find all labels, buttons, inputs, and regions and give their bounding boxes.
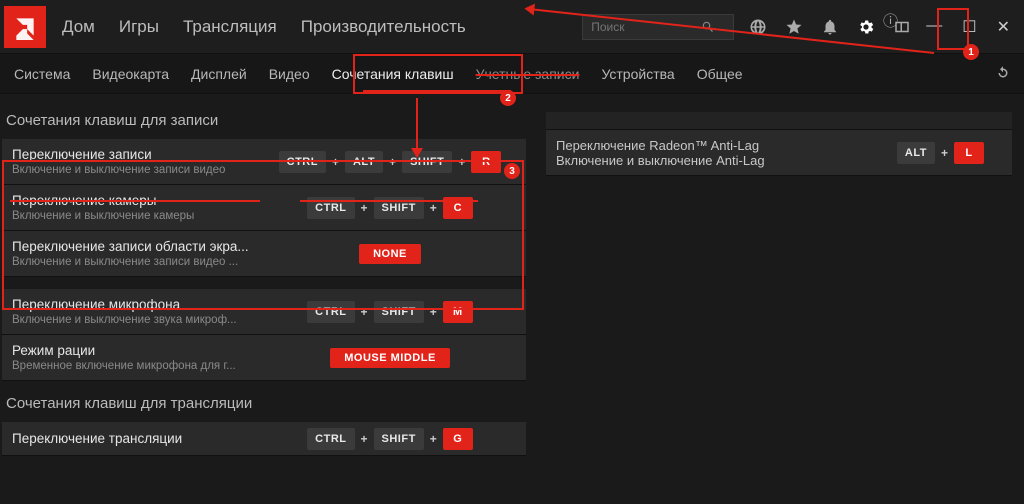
help-icon[interactable]: ⓘ xyxy=(883,10,898,31)
hotkey-row-stream-toggle[interactable]: Переключение трансляции CTRL+ SHIFT+ G xyxy=(2,422,526,456)
row-subtitle: Включение и выключение звука микроф... xyxy=(12,314,264,326)
row-title: Режим рации xyxy=(12,343,264,358)
annotation-underline-keys xyxy=(300,200,478,202)
annotation-frame-rows xyxy=(2,160,524,310)
topnav-perf[interactable]: Производительность xyxy=(301,17,466,37)
gear-icon[interactable] xyxy=(856,17,876,37)
row-title: Переключение Radeon™ Anti-Lag xyxy=(556,138,786,153)
key-l: L xyxy=(954,142,984,164)
tab-video[interactable]: Видео xyxy=(269,58,310,90)
annotation-underline-tab xyxy=(363,90,511,92)
right-column: Переключение Radeon™ Anti-Lag Включение … xyxy=(546,106,1022,456)
annotation-arrow-down xyxy=(416,98,418,150)
annotation-frame-settings xyxy=(937,8,969,50)
key-ctrl: CTRL xyxy=(307,428,354,450)
annotation-badge-1: 1 xyxy=(963,44,979,60)
tab-devices[interactable]: Устройства xyxy=(601,58,674,90)
reset-icon[interactable] xyxy=(994,64,1012,85)
key-g: G xyxy=(443,428,473,450)
settings-tabs: Система Видеокарта Дисплей Видео Сочетан… xyxy=(0,54,1024,94)
key-alt: ALT xyxy=(897,142,935,164)
star-icon[interactable] xyxy=(784,17,804,37)
row-fragment xyxy=(546,112,1012,130)
section-title-recording: Сочетания клавиш для записи xyxy=(2,106,526,139)
row-title: Переключение трансляции xyxy=(12,431,264,446)
close-button[interactable]: ✕ xyxy=(997,17,1010,37)
bell-icon[interactable] xyxy=(820,17,840,37)
key-mouse-middle: MOUSE MIDDLE xyxy=(330,348,450,368)
topnav-stream[interactable]: Трансляция xyxy=(183,17,277,37)
tab-general[interactable]: Общее xyxy=(697,58,743,90)
annotation-badge-2: 2 xyxy=(500,90,516,106)
row-subtitle: Включение и выключение Anti-Lag xyxy=(556,153,786,168)
tab-gpu[interactable]: Видеокарта xyxy=(92,58,169,90)
tab-system[interactable]: Система xyxy=(14,58,70,90)
topnav-home[interactable]: Дом xyxy=(62,17,95,37)
hotkey-row-antilag[interactable]: Переключение Radeon™ Anti-Lag Включение … xyxy=(546,130,1012,176)
topnav-games[interactable]: Игры xyxy=(119,17,159,37)
hotkey-combo[interactable]: MOUSE MIDDLE xyxy=(264,348,516,368)
section-title-streaming: Сочетания клавиш для трансляции xyxy=(2,389,526,422)
top-nav: Дом Игры Трансляция Производительность xyxy=(62,17,466,37)
hotkey-combo[interactable]: CTRL+ SHIFT+ G xyxy=(264,428,516,450)
row-subtitle: Временное включение микрофона для г... xyxy=(12,360,264,372)
tab-display[interactable]: Дисплей xyxy=(191,58,247,90)
hotkey-combo[interactable]: ALT+ L xyxy=(786,142,1002,164)
hotkey-row-ptt[interactable]: Режим рации Временное включение микрофон… xyxy=(2,335,526,381)
annotation-frame-tab xyxy=(353,54,523,94)
fade-overlay xyxy=(0,474,1024,504)
amd-arrow-icon xyxy=(12,14,38,40)
annotation-underline-label xyxy=(10,200,260,202)
key-shift: SHIFT xyxy=(374,428,424,450)
amd-logo[interactable] xyxy=(4,6,46,48)
annotation-badge-3: 3 xyxy=(504,163,520,179)
